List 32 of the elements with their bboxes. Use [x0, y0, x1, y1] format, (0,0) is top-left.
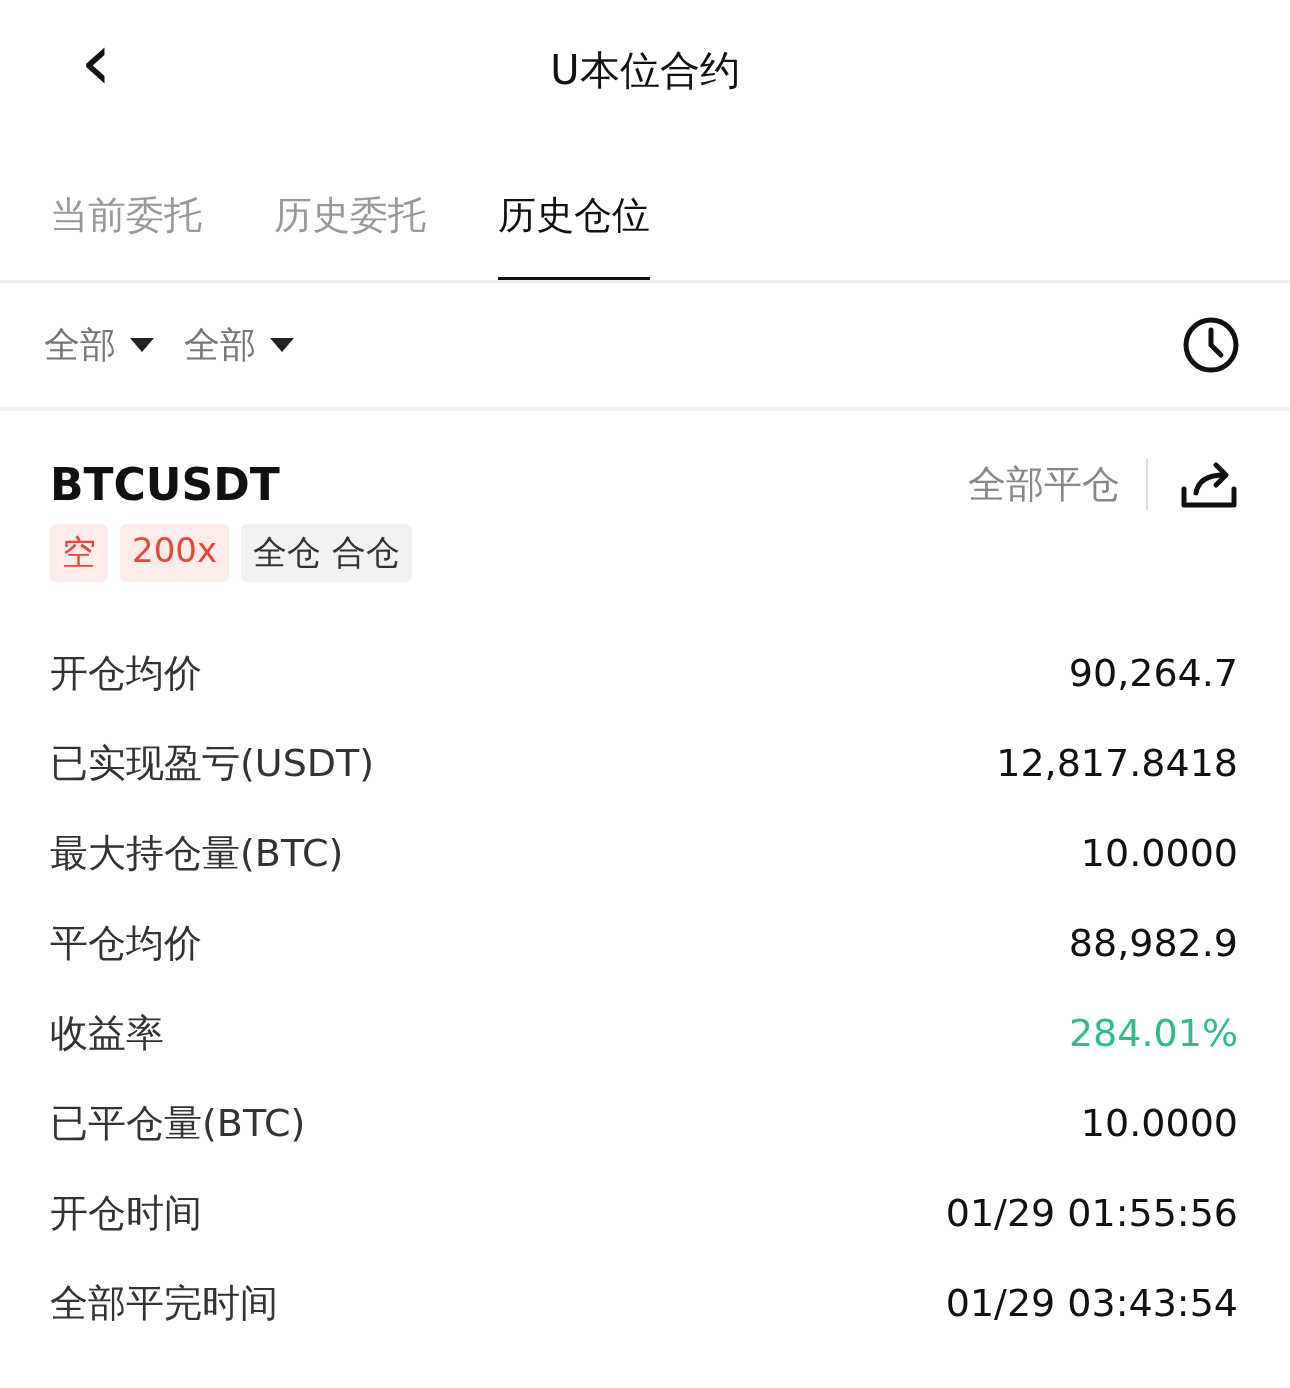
field-label: 最大持仓量(BTC) — [50, 829, 344, 877]
symbol-name: BTCUSDT — [50, 459, 280, 510]
field-value: 01/29 03:43:54 — [945, 1281, 1238, 1325]
field-label: 开仓均价 — [50, 649, 202, 697]
field-value: 10.0000 — [1080, 1101, 1238, 1145]
field-label: 已实现盈亏(USDT) — [50, 739, 375, 787]
field-label: 收益率 — [50, 1009, 164, 1057]
caret-icon — [270, 338, 294, 352]
back-button[interactable]: ‹ — [70, 22, 122, 102]
close-all-button[interactable]: 全部平仓 — [968, 459, 1148, 510]
tab[interactable]: 历史仓位 — [498, 190, 650, 280]
field-value: 12,817.8418 — [996, 741, 1238, 785]
field-value: 88,982.9 — [1068, 921, 1238, 965]
field-label: 已平仓量(BTC) — [50, 1099, 306, 1147]
filter-dropdown[interactable]: 全部 — [44, 320, 154, 370]
field-label: 全部平完时间 — [50, 1279, 278, 1327]
tag: 空 — [50, 524, 108, 582]
field-label: 开仓时间 — [50, 1189, 202, 1237]
field-value: 01/29 01:55:56 — [945, 1191, 1238, 1235]
tab[interactable]: 当前委托 — [50, 190, 202, 280]
tag: 全仓 合仓 — [241, 524, 412, 582]
field-value: 10.0000 — [1080, 831, 1238, 875]
clock-icon[interactable] — [1182, 316, 1240, 374]
caret-icon — [130, 338, 154, 352]
field-value: 90,264.7 — [1068, 651, 1238, 695]
field-value: 284.01% — [1068, 1011, 1238, 1055]
field-label: 平仓均价 — [50, 919, 202, 967]
tab[interactable]: 历史委托 — [274, 190, 426, 280]
share-icon[interactable] — [1180, 460, 1238, 509]
page-title: U本位合约 — [550, 45, 740, 95]
tag: 200x — [120, 524, 230, 582]
filter-dropdown[interactable]: 全部 — [184, 320, 294, 370]
